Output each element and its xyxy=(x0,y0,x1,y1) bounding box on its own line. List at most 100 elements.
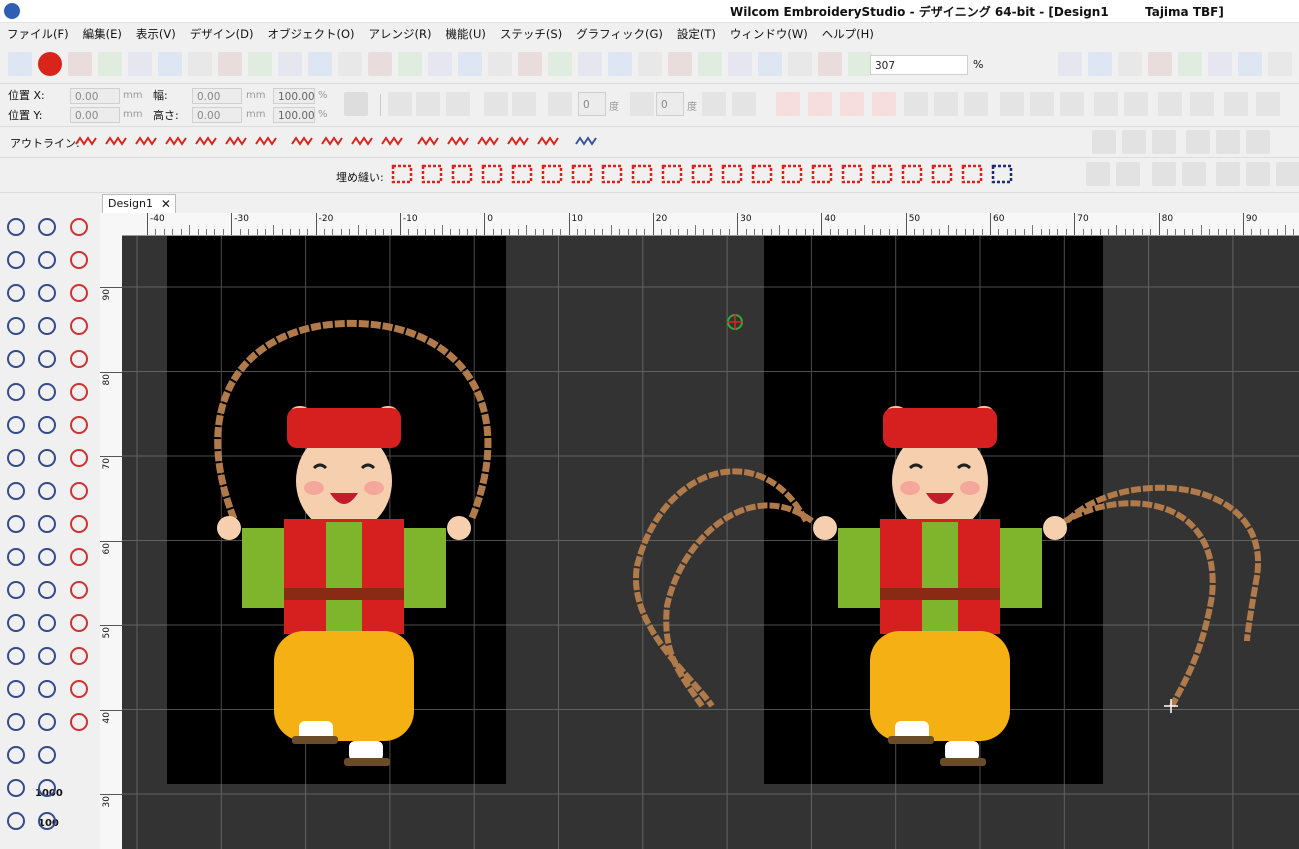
standard-tool-9-icon[interactable] xyxy=(278,52,302,76)
digitize-tool-0-47-icon[interactable] xyxy=(3,247,29,273)
outline-stitch-10-icon[interactable] xyxy=(380,130,404,154)
standard-tool-28-icon[interactable] xyxy=(848,52,872,76)
scale-height-field[interactable]: 100.00 xyxy=(273,107,315,123)
digitize-tool-2-377-icon[interactable] xyxy=(66,577,92,603)
standard-tool-36-icon[interactable] xyxy=(1268,52,1292,76)
transform-tool-12-icon[interactable] xyxy=(872,92,896,116)
standard-tool-3-icon[interactable] xyxy=(98,52,122,76)
standard-tool-31-icon[interactable] xyxy=(1118,52,1142,76)
outline-stitch-11-icon[interactable] xyxy=(416,130,440,154)
digitize-tool-1-146-icon[interactable] xyxy=(34,346,60,372)
transform-tool-18-icon[interactable] xyxy=(1060,92,1084,116)
digitize-tool-2-245-icon[interactable] xyxy=(66,445,92,471)
transform-tool-11-icon[interactable] xyxy=(840,92,864,116)
outline-stitch-5-icon[interactable] xyxy=(224,130,248,154)
fill-stitch-0-icon[interactable] xyxy=(390,162,414,186)
digitize-tool-2-410-icon[interactable] xyxy=(66,610,92,636)
fill-stitch-9-icon[interactable] xyxy=(660,162,684,186)
digitize-tool-1-278-icon[interactable] xyxy=(34,478,60,504)
zoom-combobox[interactable]: 307 xyxy=(870,55,968,75)
standard-tool-0-icon[interactable] xyxy=(8,52,32,76)
standard-tool-2-icon[interactable] xyxy=(68,52,92,76)
transform-tool-6-icon[interactable] xyxy=(630,92,654,116)
transform-tool-17-icon[interactable] xyxy=(1030,92,1054,116)
digitize-tool-2-80-icon[interactable] xyxy=(66,280,92,306)
tab-design1[interactable]: Design1 ✕ xyxy=(102,194,176,213)
digitize-tool-1-14-icon[interactable] xyxy=(34,214,60,240)
standard-tool-34-icon[interactable] xyxy=(1208,52,1232,76)
standard-tool-16-icon[interactable] xyxy=(488,52,512,76)
digitize-tool-2-146-icon[interactable] xyxy=(66,346,92,372)
digitize-tool-2-113-icon[interactable] xyxy=(66,313,92,339)
lock-tool-1-icon[interactable] xyxy=(1116,162,1140,186)
standard-tool-21-icon[interactable] xyxy=(638,52,662,76)
fill-stitch-4-icon[interactable] xyxy=(510,162,534,186)
outline-stitch-8-icon[interactable] xyxy=(320,130,344,154)
standard-tool-7-icon[interactable] xyxy=(218,52,242,76)
transform-tool-1-icon[interactable] xyxy=(416,92,440,116)
digitize-tool-1-245-icon[interactable] xyxy=(34,445,60,471)
menu-item-2[interactable]: 表示(V) xyxy=(129,23,183,45)
outline-stitch-4-icon[interactable] xyxy=(194,130,218,154)
standard-tool-4-icon[interactable] xyxy=(128,52,152,76)
digitize-tool-0-377-icon[interactable] xyxy=(3,577,29,603)
standard-tool-17-icon[interactable] xyxy=(518,52,542,76)
lock-proportions-button[interactable] xyxy=(344,92,368,116)
menu-item-10[interactable]: ウィンドウ(W) xyxy=(723,23,815,45)
menu-item-1[interactable]: 編集(E) xyxy=(76,23,129,45)
standard-tool-27-icon[interactable] xyxy=(818,52,842,76)
transform-tool-2-icon[interactable] xyxy=(446,92,470,116)
transform-tool-23-icon[interactable] xyxy=(1224,92,1248,116)
digitize-tool-1-179-icon[interactable] xyxy=(34,379,60,405)
menu-item-6[interactable]: 機能(U) xyxy=(439,23,493,45)
digitize-tool-0-113-icon[interactable] xyxy=(3,313,29,339)
standard-tool-22-icon[interactable] xyxy=(668,52,692,76)
digitize-tool-0-509-icon[interactable] xyxy=(3,709,29,735)
standard-tool-10-icon[interactable] xyxy=(308,52,332,76)
menu-item-4[interactable]: オブジェクト(O) xyxy=(261,23,362,45)
rotate-angle-field[interactable]: 0 xyxy=(578,92,606,116)
standard-tool-15-icon[interactable] xyxy=(458,52,482,76)
fill-stitch-1-icon[interactable] xyxy=(420,162,444,186)
outline-stitch-16-icon[interactable] xyxy=(574,130,598,154)
standard-tool-26-icon[interactable] xyxy=(788,52,812,76)
outline-stitch-1-icon[interactable] xyxy=(104,130,128,154)
fill-stitch-19-icon[interactable] xyxy=(960,162,984,186)
menu-item-9[interactable]: 設定(T) xyxy=(670,23,723,45)
outline-stitch-9-icon[interactable] xyxy=(350,130,374,154)
digitize-tool-2-443-icon[interactable] xyxy=(66,643,92,669)
outline-stitch-12-icon[interactable] xyxy=(446,130,470,154)
digitize-tool-2-179-icon[interactable] xyxy=(66,379,92,405)
align-tool-2-icon[interactable] xyxy=(1152,130,1176,154)
outline-stitch-2-icon[interactable] xyxy=(134,130,158,154)
pos-y-field[interactable]: 0.00 xyxy=(70,107,120,123)
transform-tool-19-icon[interactable] xyxy=(1094,92,1118,116)
standard-tool-25-icon[interactable] xyxy=(758,52,782,76)
digitize-tool-2-509-icon[interactable] xyxy=(66,709,92,735)
menu-item-5[interactable]: アレンジ(R) xyxy=(362,23,439,45)
transform-tool-14-icon[interactable] xyxy=(934,92,958,116)
align-tool-1-icon[interactable] xyxy=(1122,130,1146,154)
transform-tool-5-icon[interactable] xyxy=(548,92,572,116)
fill-stitch-13-icon[interactable] xyxy=(780,162,804,186)
transform-tool-20-icon[interactable] xyxy=(1124,92,1148,116)
menu-item-8[interactable]: グラフィック(G) xyxy=(569,23,670,45)
standard-tool-12-icon[interactable] xyxy=(368,52,392,76)
standard-tool-14-icon[interactable] xyxy=(428,52,452,76)
fill-stitch-8-icon[interactable] xyxy=(630,162,654,186)
digitize-tool-1-344-icon[interactable] xyxy=(34,544,60,570)
fill-stitch-17-icon[interactable] xyxy=(900,162,924,186)
menu-item-0[interactable]: ファイル(F) xyxy=(0,23,76,45)
digitize-tool-2-212-icon[interactable] xyxy=(66,412,92,438)
standard-tool-35-icon[interactable] xyxy=(1238,52,1262,76)
digitize-tool-1-47-icon[interactable] xyxy=(34,247,60,273)
fill-stitch-10-icon[interactable] xyxy=(690,162,714,186)
fill-stitch-20-icon[interactable] xyxy=(990,162,1014,186)
align-tool-5-icon[interactable] xyxy=(1246,130,1270,154)
digitize-tool-1-311-icon[interactable] xyxy=(34,511,60,537)
digitize-tool-1-608-icon[interactable] xyxy=(34,808,60,834)
transform-tool-21-icon[interactable] xyxy=(1158,92,1182,116)
lock-tool-0-icon[interactable] xyxy=(1086,162,1110,186)
skew-angle-field[interactable]: 0 xyxy=(656,92,684,116)
digitize-tool-0-344-icon[interactable] xyxy=(3,544,29,570)
